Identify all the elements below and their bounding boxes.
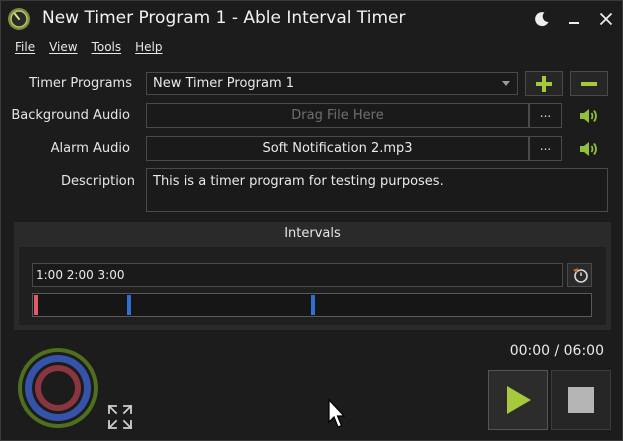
remove-program-button[interactable] [570, 71, 608, 96]
chevron-down-icon [502, 81, 510, 86]
progress-ring [18, 348, 98, 428]
background-audio-browse-button[interactable]: ... [529, 103, 562, 128]
stop-icon [568, 387, 594, 413]
description-label: Description [60, 174, 135, 189]
close-icon [599, 12, 613, 26]
description-textarea[interactable]: This is a timer program for testing purp… [146, 168, 608, 212]
interval-tick-2[interactable] [311, 295, 315, 315]
night-mode-button[interactable] [528, 6, 556, 32]
moon-icon [535, 12, 549, 27]
app-window: New Timer Program 1 - Able Interval Time… [0, 0, 623, 441]
timer-program-value: New Timer Program 1 [153, 76, 295, 91]
add-program-button[interactable] [525, 71, 563, 96]
minimize-button[interactable] [560, 6, 588, 32]
speaker-icon[interactable] [578, 107, 600, 125]
speaker-icon[interactable] [578, 140, 600, 158]
timer-settings-icon [572, 268, 588, 283]
menu-help[interactable]: Help [128, 38, 169, 56]
timer-programs-label: Timer Programs [29, 76, 132, 91]
expand-icon[interactable] [106, 403, 134, 431]
menu-bar: File View Tools Help [1, 38, 170, 56]
interval-tick-0[interactable] [34, 295, 38, 315]
intervals-title: Intervals [284, 226, 341, 241]
interval-settings-button[interactable] [567, 263, 592, 287]
play-icon [507, 386, 531, 414]
menu-file[interactable]: File [1, 38, 42, 56]
plus-icon [536, 75, 552, 92]
interval-tick-1[interactable] [127, 295, 131, 315]
alarm-audio-label: Alarm Audio [50, 141, 130, 156]
close-button[interactable] [592, 6, 620, 32]
stop-button[interactable] [551, 370, 611, 430]
stopwatch-icon[interactable] [7, 7, 31, 31]
menu-view[interactable]: View [42, 38, 84, 56]
mouse-cursor-icon [328, 399, 346, 428]
background-audio-dropzone[interactable]: Drag File Here [146, 103, 529, 128]
menu-tools[interactable]: Tools [85, 38, 129, 56]
intervals-input[interactable]: 1:00 2:00 3:00 [32, 263, 563, 287]
background-audio-label: Background Audio [11, 108, 130, 123]
alarm-audio-field[interactable]: Soft Notification 2.mp3 [146, 136, 529, 161]
play-button[interactable] [488, 370, 548, 430]
timer-readout: 00:00 / 06:00 [509, 343, 604, 359]
window-title: New Timer Program 1 - Able Interval Time… [42, 8, 406, 28]
minimize-icon [569, 22, 579, 24]
minus-icon [581, 81, 597, 86]
alarm-audio-browse-button[interactable]: ... [529, 136, 562, 161]
title-bar[interactable]: New Timer Program 1 - Able Interval Time… [1, 1, 622, 37]
interval-timeline[interactable] [32, 293, 592, 317]
timer-program-select[interactable]: New Timer Program 1 [146, 72, 518, 95]
